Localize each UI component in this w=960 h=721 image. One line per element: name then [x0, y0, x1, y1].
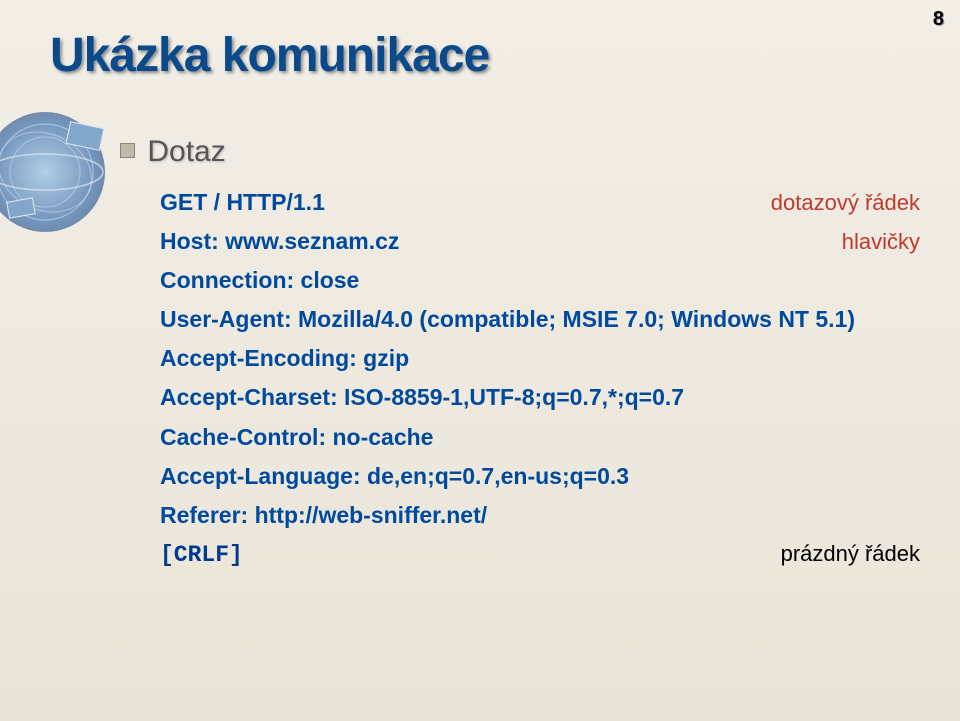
code-line: Accept-Language: de,en;q=0.7,en-us;q=0.3: [160, 457, 920, 496]
code-line: Cache-Control: no-cache: [160, 418, 920, 457]
page-number: 8: [933, 8, 944, 31]
code-line: Connection: close: [160, 261, 920, 300]
code-line: User-Agent: Mozilla/4.0 (compatible; MSI…: [160, 300, 920, 339]
subheading: Dotaz: [120, 135, 920, 169]
code-line: GET / HTTP/1.1: [160, 183, 325, 222]
crlf-row: [CRLF] prázdný řádek: [160, 535, 920, 575]
bullet-icon: [120, 143, 135, 158]
note-request-line: dotazový řádek: [751, 184, 920, 221]
code-line: Referer: http://web-sniffer.net/: [160, 496, 920, 535]
code-line: Host: www.seznam.cz: [160, 222, 399, 261]
note-headers: hlavičky: [822, 223, 920, 260]
decorative-graphic: [0, 100, 130, 240]
crlf-marker: [CRLF]: [160, 536, 243, 575]
subheading-text: Dotaz: [147, 135, 225, 168]
header-host-row: Host: www.seznam.cz hlavičky: [160, 222, 920, 261]
request-line-row: GET / HTTP/1.1 dotazový řádek: [160, 183, 920, 222]
http-request-block: GET / HTTP/1.1 dotazový řádek Host: www.…: [160, 183, 920, 575]
note-empty-line: prázdný řádek: [761, 535, 920, 572]
code-line: Accept-Charset: ISO-8859-1,UTF-8;q=0.7,*…: [160, 378, 920, 417]
code-line: Accept-Encoding: gzip: [160, 339, 920, 378]
content-area: Dotaz GET / HTTP/1.1 dotazový řádek Host…: [120, 135, 920, 575]
slide-title: Ukázka komunikace: [50, 28, 489, 83]
